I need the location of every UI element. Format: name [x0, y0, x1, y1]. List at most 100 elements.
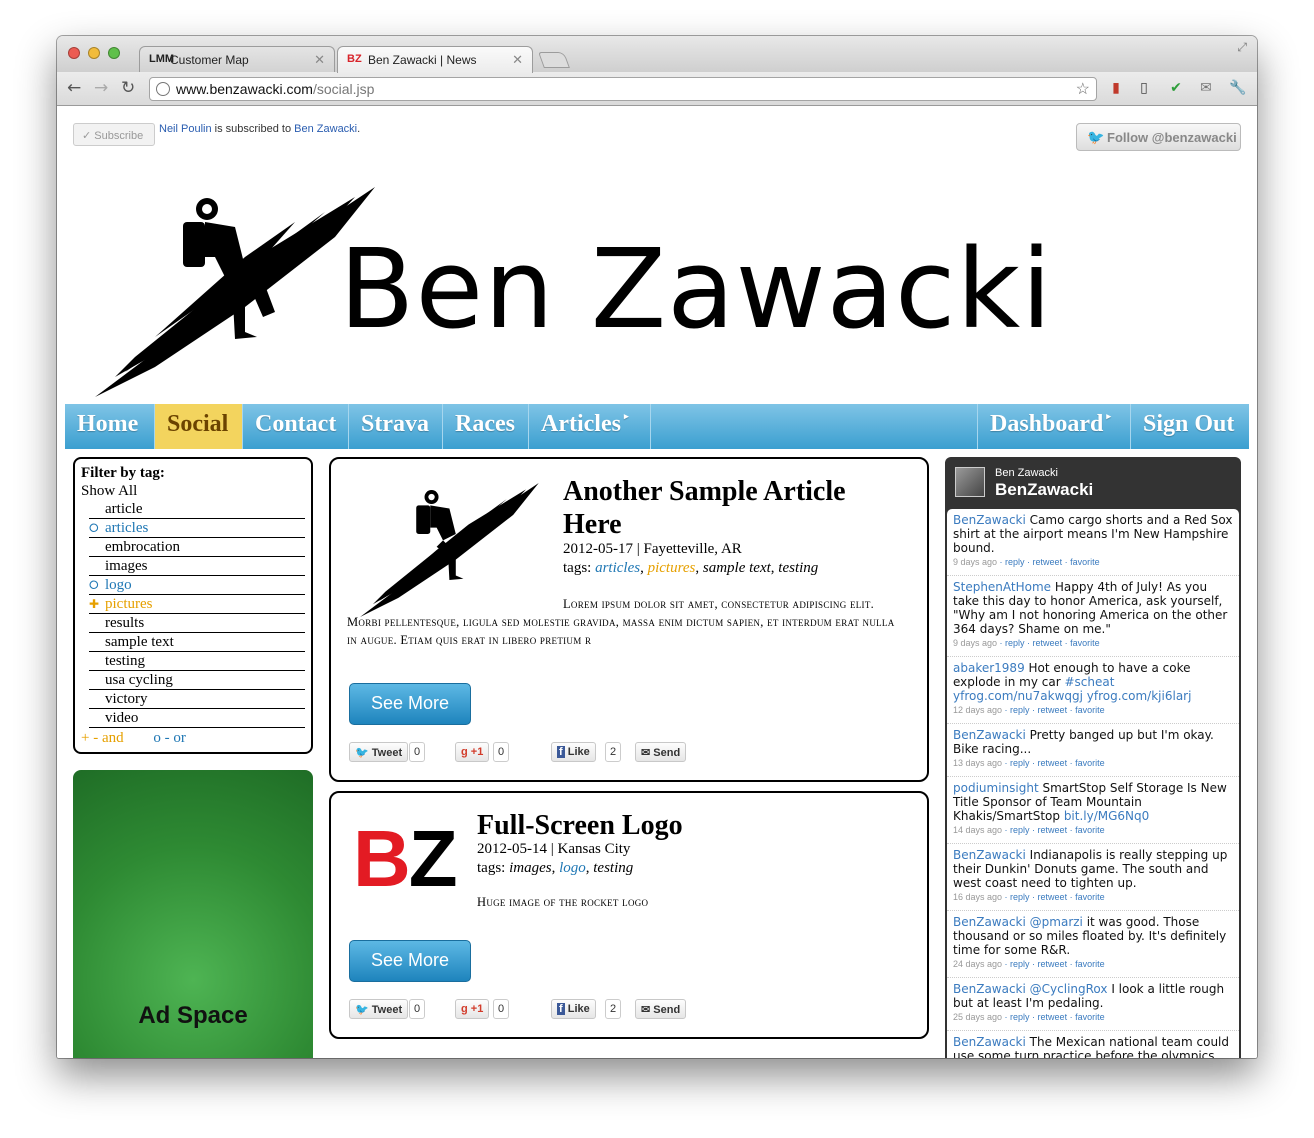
close-window-button[interactable]	[68, 47, 80, 59]
tweet-actions[interactable]: reply · retweet · favorite	[1010, 825, 1105, 835]
address-bar[interactable]: www.benzawacki.com/social.jsp ☆	[149, 77, 1097, 101]
tweet-actions[interactable]: reply · retweet · favorite	[1005, 638, 1100, 648]
tab-customer-map[interactable]: LMM Customer Map ✕	[139, 46, 335, 73]
tweet-actions[interactable]: reply · retweet · favorite	[1005, 557, 1100, 567]
tweet-time[interactable]: 13 days ago	[953, 758, 1002, 768]
zoom-window-button[interactable]	[108, 47, 120, 59]
article-title[interactable]: Full-Screen Logo	[477, 809, 897, 842]
tag-testing[interactable]: testing	[89, 652, 305, 671]
tweet-user[interactable]: BenZawacki @pmarzi	[953, 915, 1083, 929]
tag-images[interactable]: images	[89, 557, 305, 576]
tag-logo[interactable]: ⭘ logo	[89, 576, 305, 595]
nav-social[interactable]: Social	[155, 404, 243, 449]
facebook-send-button[interactable]: ✉ Send	[635, 742, 687, 762]
tag-pictures[interactable]: ✚ pictures	[89, 595, 305, 614]
tag-video[interactable]: video	[89, 709, 305, 728]
tweet-user[interactable]: BenZawacki	[953, 728, 1026, 742]
facebook-send-button[interactable]: ✉ Send	[635, 999, 687, 1019]
tweet-time[interactable]: 14 days ago	[953, 825, 1002, 835]
twitter-handle[interactable]: BenZawacki	[995, 480, 1093, 500]
nav-sign-out[interactable]: Sign Out	[1131, 404, 1249, 449]
tweet-user[interactable]: BenZawacki	[953, 1035, 1026, 1049]
phone-extension-icon[interactable]: ▯	[1135, 80, 1153, 98]
wrench-icon[interactable]: 🔧	[1229, 80, 1247, 98]
tab-ben-zawacki-news[interactable]: BZ Ben Zawacki | News ✕	[337, 46, 533, 73]
tweet-item: BenZawacki @CyclingRox I look a little r…	[947, 978, 1239, 1031]
avatar[interactable]	[955, 467, 985, 497]
google-plus-button[interactable]: g +1	[455, 742, 490, 762]
and-plus-icon: ✚	[89, 597, 100, 611]
checkmark-extension-icon[interactable]: ✔	[1167, 80, 1185, 98]
tweet-time[interactable]: 16 days ago	[953, 892, 1002, 902]
subscribe-button[interactable]: ✓ Subscribe	[73, 123, 155, 146]
forward-icon[interactable]: →	[94, 78, 108, 98]
filter-show-all[interactable]: Show All	[81, 483, 305, 500]
nav-dashboard[interactable]: Dashboard ▸	[977, 404, 1131, 449]
logo-z: Z	[408, 814, 458, 903]
tweet-time[interactable]: 24 days ago	[953, 959, 1002, 969]
tweet-time[interactable]: 9 days ago	[953, 557, 997, 567]
tweet-actions[interactable]: reply · retweet · favorite	[1010, 892, 1105, 902]
see-more-button[interactable]: See More	[349, 683, 471, 725]
nav-strava[interactable]: Strava	[349, 404, 443, 449]
nav-contact[interactable]: Contact	[243, 404, 349, 449]
nav-home[interactable]: Home	[65, 404, 155, 449]
article-title[interactable]: Another Sample Article Here	[563, 475, 903, 541]
tweet-time[interactable]: 12 days ago	[953, 705, 1002, 715]
tag-link[interactable]: sample text	[703, 560, 771, 576]
tweet-actions[interactable]: reply · retweet · favorite	[1010, 705, 1105, 715]
tweet-actions[interactable]: reply · retweet · favorite	[1010, 1012, 1105, 1022]
tags-prefix: tags:	[563, 560, 596, 576]
tag-victory[interactable]: victory	[89, 690, 305, 709]
site-title[interactable]: Ben Zawacki	[339, 225, 1053, 353]
google-plus-button[interactable]: g +1	[455, 999, 490, 1019]
tweet-time[interactable]: 9 days ago	[953, 638, 997, 648]
tag-sample-text[interactable]: sample text	[89, 633, 305, 652]
tag-link[interactable]: logo	[559, 860, 586, 876]
ad-space[interactable]: Ad Space	[73, 770, 313, 1058]
new-tab-button[interactable]	[538, 52, 570, 68]
facebook-like-button[interactable]: f Like	[551, 742, 596, 762]
bookmark-star-icon[interactable]: ☆	[1076, 79, 1090, 99]
tweet-user[interactable]: abaker1989	[953, 661, 1025, 675]
tag-link[interactable]: images	[509, 860, 552, 876]
tweet-button[interactable]: 🐦 Tweet	[349, 742, 409, 762]
bz-logo-thumbnail[interactable]: BZ	[353, 819, 458, 899]
tweet-user[interactable]: BenZawacki	[953, 848, 1026, 862]
see-more-button[interactable]: See More	[349, 940, 471, 982]
tag-article[interactable]: article	[89, 500, 305, 519]
tag-articles[interactable]: ⭘ articles	[89, 519, 305, 538]
tag-link[interactable]: testing	[778, 560, 818, 576]
tag-results[interactable]: results	[89, 614, 305, 633]
facebook-like-button[interactable]: f Like	[551, 999, 596, 1019]
tag-link[interactable]: pictures	[648, 560, 696, 576]
tab-close-icon[interactable]: ✕	[512, 52, 523, 68]
tweet-actions[interactable]: reply · retweet · favorite	[1010, 758, 1105, 768]
nav-articles[interactable]: Articles ▸	[529, 404, 651, 449]
book-extension-icon[interactable]: ▮	[1107, 80, 1125, 98]
tweet-user[interactable]: BenZawacki	[953, 513, 1026, 527]
tweet-actions[interactable]: reply · retweet · favorite	[1010, 959, 1105, 969]
fullscreen-icon[interactable]: ⤢	[1237, 40, 1247, 55]
minimize-window-button[interactable]	[88, 47, 100, 59]
tweet-user[interactable]: podiuminsight	[953, 781, 1039, 795]
tag-embrocation[interactable]: embrocation	[89, 538, 305, 557]
tweet-user[interactable]: BenZawacki @CyclingRox	[953, 982, 1108, 996]
tag-link[interactable]: testing	[593, 860, 633, 876]
tweet-user[interactable]: StephenAtHome	[953, 580, 1051, 594]
tab-close-icon[interactable]: ✕	[314, 52, 325, 68]
tweet-button[interactable]: 🐦 Tweet	[349, 999, 409, 1019]
tag-link[interactable]: articles	[595, 560, 640, 576]
follow-twitter-button[interactable]: 🐦 Follow @benzawacki	[1076, 123, 1241, 151]
nav-races[interactable]: Races	[443, 404, 529, 449]
rocket-rider-logo[interactable]	[95, 187, 380, 397]
tweet-time[interactable]: 25 days ago	[953, 1012, 1002, 1022]
subscribed-to-link[interactable]: Ben Zawacki	[294, 123, 357, 135]
reload-icon[interactable]: ↻	[121, 78, 135, 98]
gmail-extension-icon[interactable]: ✉	[1197, 80, 1215, 98]
tag-usa-cycling[interactable]: usa cycling	[89, 671, 305, 690]
back-icon[interactable]: ←	[67, 78, 81, 98]
subscriber-link[interactable]: Neil Poulin	[159, 123, 212, 135]
tweet-meta: 14 days ago · reply · retweet · favorite	[953, 825, 1105, 835]
tweet-link[interactable]: bit.ly/MG6Nq0	[1064, 809, 1149, 823]
